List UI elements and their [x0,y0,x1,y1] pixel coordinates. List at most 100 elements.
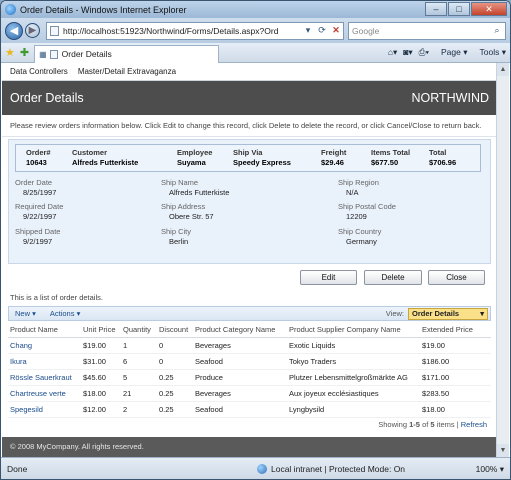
scroll-down-icon[interactable]: ▼ [497,444,509,457]
refresh-link[interactable]: Refresh [461,420,487,429]
table-cell: $18.00 [81,385,121,402]
product-name-link[interactable]: Chartreuse verte [8,385,81,402]
table-row[interactable]: Spegesild $12.00 2 0.25 Seafood Lyngbysi… [8,401,491,418]
url-text: http://localhost:51923/Northwind/Forms/D… [63,25,279,36]
page-menu[interactable]: Page ▾ [435,47,468,58]
items-total-label: Items Total [371,148,411,157]
print-icon[interactable]: ⎙▾ [419,47,429,58]
grid-action-bar: New ▾ Actions ▾ View: Order Details ▾ [8,306,491,321]
brand-name: NORTHWIND [411,91,489,105]
column-header[interactable]: Quantity [121,323,157,338]
field-label: Shipped Date [15,227,61,236]
table-row[interactable]: Rössle Sauerkraut $45.60 5 0.25 Produce … [8,369,491,386]
feeds-icon[interactable]: ◙▾ [403,47,412,58]
employee-value: Suyama [177,158,206,167]
product-name-link[interactable]: Spegesild [8,401,81,418]
field-required-date: Required Date 9/22/1997 [15,202,63,221]
table-cell: Aux joyeux ecclésiastiques [287,385,420,402]
field-value: N/A [346,188,359,197]
field-value: 8/25/1997 [23,188,57,197]
dropdown-icon[interactable]: ▾ [301,25,315,36]
table-row[interactable]: Ikura $31.00 6 0 Seafood Tokyo Traders $… [8,353,491,370]
close-button[interactable]: Close [428,270,485,285]
instructions-text: Please review orders information below. … [2,115,497,137]
tab-order-details[interactable]: ▦ Order Details [34,44,220,63]
page-header: Order Details NORTHWIND [2,81,497,115]
vertical-scrollbar[interactable]: ▲ ▼ [496,63,509,457]
field-ship-name: Ship Name Alfreds Futterkiste [161,178,229,197]
edit-button[interactable]: Edit [300,270,357,285]
maximize-button[interactable]: □ [448,2,470,16]
ship-via-value: Speedy Express [233,158,291,167]
menu-item-data-controllers[interactable]: Data Controllers [10,67,68,76]
table-row[interactable]: Chartreuse verte $18.00 21 0.25 Beverage… [8,385,491,402]
table-cell: $18.00 [420,401,491,418]
page-content: Data Controllers Master/Detail Extravaga… [2,63,497,457]
table-cell: $186.00 [420,353,491,370]
table-cell: $31.00 [81,353,121,370]
delete-button[interactable]: Delete [364,270,422,285]
table-cell: 0.25 [157,385,193,402]
column-header[interactable]: Product Supplier Company Name [287,323,420,338]
table-cell: 1 [121,337,157,354]
view-selector[interactable]: Order Details ▾ [408,307,488,320]
product-name-link[interactable]: Ikura [8,353,81,370]
refresh-icon[interactable]: ⟳ [315,25,329,36]
new-menu[interactable]: New ▾ [15,309,36,318]
product-name-link[interactable]: Chang [8,337,81,354]
table-cell: Beverages [193,385,287,402]
table-cell: 21 [121,385,157,402]
table-cell: Tokyo Traders [287,353,420,370]
field-label: Order Date [15,178,53,187]
menu-item-master-detail[interactable]: Master/Detail Extravaganza [78,67,176,76]
add-favorites-icon[interactable]: ✚ [20,46,29,59]
employee-label: Employee [177,148,213,157]
column-header[interactable]: Extended Price [420,323,491,338]
field-ship-country: Ship Country Germany [338,227,381,246]
column-header[interactable]: Unit Price [81,323,121,338]
column-header[interactable]: Product Category Name [193,323,287,338]
security-zone[interactable]: Local intranet | Protected Mode: On [257,464,405,474]
favorites-star-icon[interactable]: ★ [5,46,15,59]
stop-icon[interactable]: ✕ [329,25,343,36]
order-number: 10643 [26,158,47,167]
total-label: Total [429,148,447,157]
table-cell: 0 [157,337,193,354]
actions-menu-label: Actions [49,309,75,318]
page-icon [50,25,59,36]
scroll-up-icon[interactable]: ▲ [497,63,509,76]
column-header[interactable]: Product Name [8,323,81,338]
search-input[interactable]: Google ⌕ [348,21,506,40]
actions-menu[interactable]: Actions ▾ [50,309,80,318]
forward-arrow-icon[interactable]: ▶ [25,23,40,38]
quick-tabs-icon[interactable]: ▦ [39,50,47,59]
table-row[interactable]: Chang $19.00 1 0 Beverages Exotic Liquid… [8,337,491,354]
search-icon[interactable]: ⌕ [489,25,505,36]
pager-showing: Showing [378,420,408,429]
order-details-grid: Product Name Unit Price Quantity Discoun… [8,323,491,418]
ie-logo-icon [5,4,16,15]
pager-items: items | [436,420,459,429]
customer-value: Alfreds Futterkiste [72,158,139,167]
field-label: Ship Name [161,178,199,187]
product-name-link[interactable]: Rössle Sauerkraut [8,369,81,386]
back-arrow-icon[interactable]: ◀ [5,21,23,40]
field-shipped-date: Shipped Date 9/2/1997 [15,227,60,246]
security-zone-text: Local intranet | Protected Mode: On [271,464,406,474]
minimize-button[interactable]: – [425,2,447,16]
order-number-label: Order# [26,148,51,157]
table-cell: Exotic Liquids [287,337,420,354]
table-cell: 0.25 [157,369,193,386]
field-label: Ship Country [338,227,382,236]
zoom-level[interactable]: 100% ▾ [476,464,504,475]
close-window-button[interactable]: ✕ [471,2,507,16]
field-label: Ship Region [338,178,379,187]
address-field[interactable]: http://localhost:51923/Northwind/Forms/D… [46,21,344,40]
table-cell: $19.00 [81,337,121,354]
pager-of: of [422,420,429,429]
globe-icon [257,464,267,474]
tools-menu[interactable]: Tools ▾ [474,47,506,58]
home-icon[interactable]: ⌂▾ [388,47,397,58]
column-header[interactable]: Discount [157,323,193,338]
page-footer: © 2008 MyCompany. All rights reserved. [2,437,497,457]
